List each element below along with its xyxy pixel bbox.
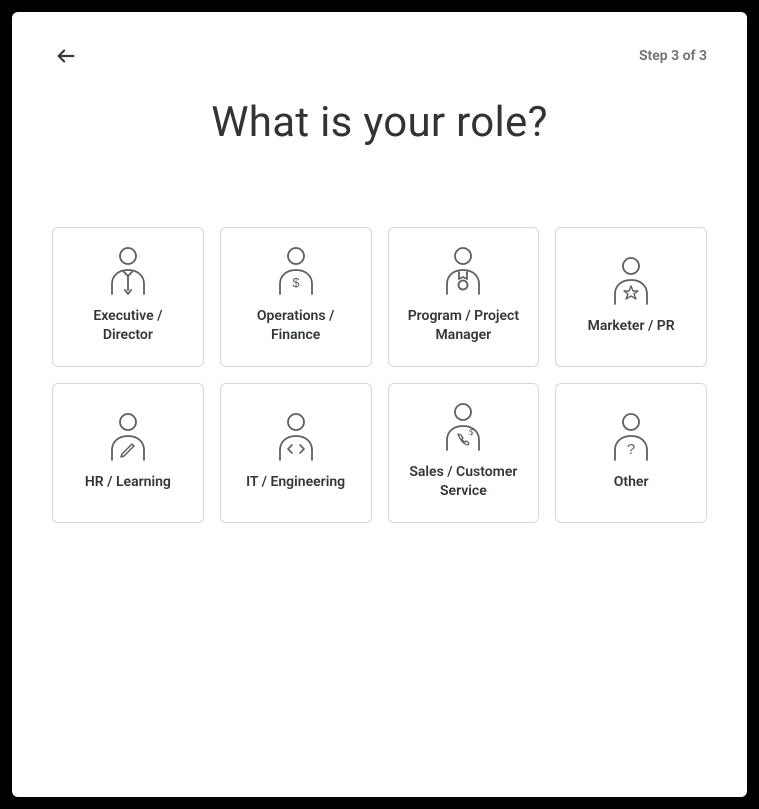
person-phone-icon: $ [439,401,487,453]
role-option-hr[interactable]: HR / Learning [52,383,204,523]
role-label: Executive / Director [93,307,162,345]
role-label: Marketer / PR [588,317,675,336]
role-label: IT / Engineering [246,473,345,492]
person-dollar-icon: $ [272,245,320,297]
page-title: What is your role? [52,98,707,147]
topbar: Step 3 of 3 [52,40,707,72]
role-option-it[interactable]: IT / Engineering [220,383,372,523]
step-indicator: Step 3 of 3 [639,48,707,64]
person-tie-icon [104,245,152,297]
person-medal-icon [439,245,487,297]
back-button[interactable] [52,42,80,70]
role-grid: Executive / Director $ Operations / Fina… [52,227,707,523]
role-option-sales[interactable]: $ Sales / Customer Service [388,383,540,523]
role-label: Operations / Finance [257,307,334,345]
role-option-operations[interactable]: $ Operations / Finance [220,227,372,367]
role-option-pm[interactable]: Program / Project Manager [388,227,540,367]
arrow-left-icon [55,45,77,67]
role-label: Sales / Customer Service [409,463,517,501]
role-label: HR / Learning [85,473,171,492]
role-option-other[interactable]: ? Other [555,383,707,523]
role-label: Program / Project Manager [408,307,519,345]
svg-text:$: $ [292,275,300,290]
onboarding-card: Step 3 of 3 What is your role? Executive… [12,12,747,797]
svg-text:$: $ [469,428,474,437]
person-code-icon [272,411,320,463]
person-star-icon [607,255,655,307]
person-question-icon: ? [607,411,655,463]
svg-text:?: ? [627,441,635,458]
role-option-executive[interactable]: Executive / Director [52,227,204,367]
person-pencil-icon [104,411,152,463]
role-option-marketer[interactable]: Marketer / PR [555,227,707,367]
role-label: Other [614,473,649,492]
